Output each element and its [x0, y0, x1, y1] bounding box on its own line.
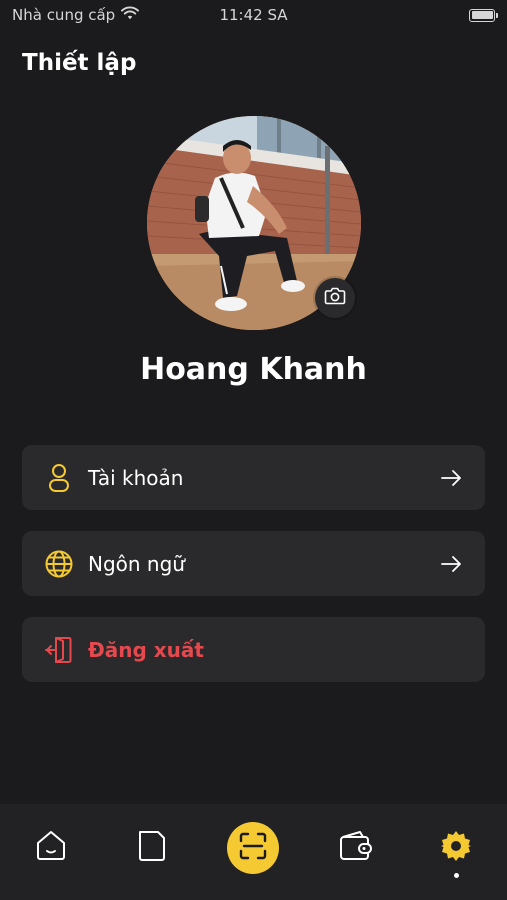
logout-label: Đăng xuất	[88, 637, 204, 662]
change-photo-button[interactable]	[315, 278, 355, 318]
wifi-icon	[121, 6, 140, 24]
account-menu-item[interactable]: Tài khoản	[22, 445, 485, 510]
tab-documents[interactable]	[122, 818, 182, 878]
status-bar: Nhà cung cấp 11:42 SA	[0, 0, 507, 30]
language-label: Ngôn ngữ	[88, 551, 185, 576]
bottom-tab-bar	[0, 804, 507, 900]
tab-wallet[interactable]	[325, 818, 385, 878]
account-label: Tài khoản	[88, 465, 184, 490]
wallet-icon	[336, 828, 374, 868]
arrow-right-icon	[439, 466, 463, 490]
user-icon	[44, 463, 74, 493]
user-name: Hoang Khanh	[140, 352, 367, 387]
logout-button[interactable]: Đăng xuất	[22, 617, 485, 682]
avatar-container	[147, 116, 361, 330]
gear-icon	[439, 829, 473, 867]
tab-settings[interactable]	[426, 818, 486, 878]
arrow-right-icon	[439, 552, 463, 576]
logout-icon	[44, 635, 74, 665]
active-tab-indicator	[453, 873, 459, 878]
tab-scan[interactable]	[223, 818, 283, 878]
globe-icon	[44, 549, 74, 579]
home-icon	[33, 828, 69, 868]
scan-button[interactable]	[227, 822, 280, 874]
battery-icon	[469, 8, 498, 22]
carrier-label: Nhà cung cấp	[12, 6, 116, 24]
document-icon	[134, 828, 170, 868]
status-left: Nhà cung cấp	[12, 6, 140, 24]
camera-icon	[324, 286, 346, 310]
status-right	[469, 8, 498, 22]
page-title: Thiết lập	[22, 50, 137, 76]
language-menu-item[interactable]: Ngôn ngữ	[22, 531, 485, 596]
scan-icon	[238, 831, 268, 865]
tab-home[interactable]	[21, 818, 81, 878]
